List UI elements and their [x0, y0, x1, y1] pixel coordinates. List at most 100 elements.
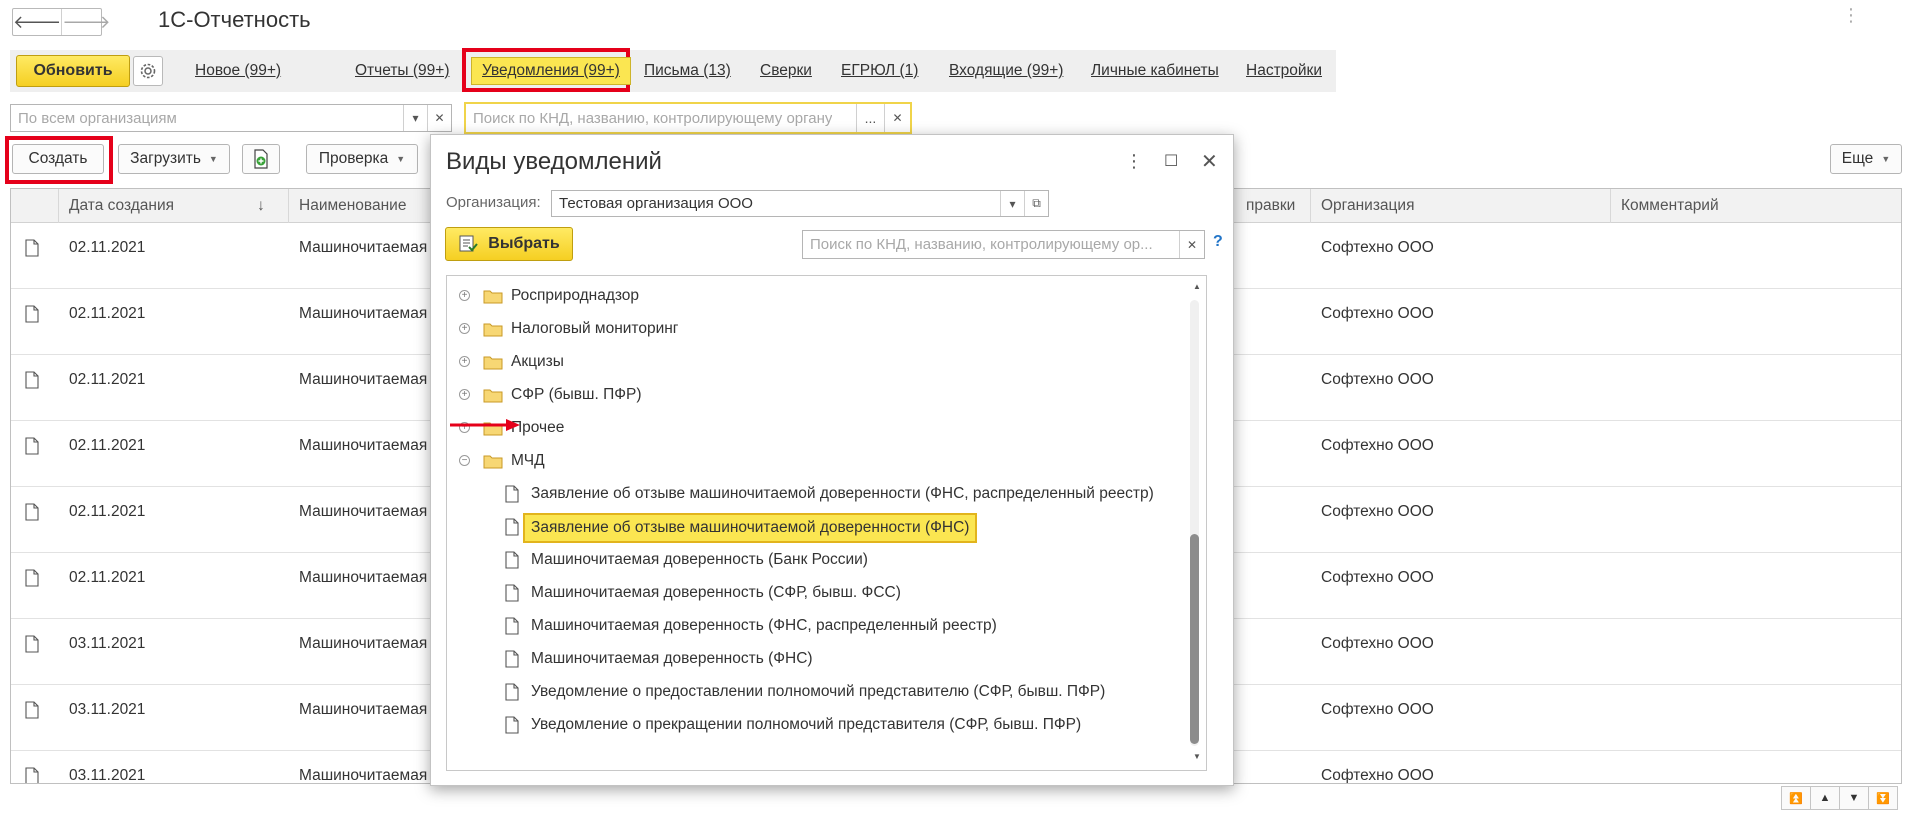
row-organization: Софтехно ООО — [1321, 635, 1434, 652]
tab-reports[interactable]: Отчеты (99+) — [355, 62, 450, 80]
tree-item-label-selected: Заявление об отзыве машиночитаемой довер… — [523, 513, 978, 543]
column-organization[interactable]: Организация — [1311, 189, 1611, 223]
expand-icon[interactable]: + — [459, 290, 470, 301]
tab-personal-accounts[interactable]: Личные кабинеты — [1091, 62, 1219, 80]
dialog-search-input[interactable]: Поиск по КНД, названию, контролирующему … — [802, 230, 1205, 259]
tab-egrul[interactable]: ЕГРЮЛ (1) — [841, 62, 918, 80]
row-organization: Софтехно ООО — [1321, 371, 1434, 388]
tab-reconciliations[interactable]: Сверки — [760, 62, 812, 80]
tree-folder[interactable]: + Налоговый мониторинг — [447, 313, 1206, 346]
load-button[interactable]: Загрузить ▼ — [118, 144, 230, 174]
search-select-button[interactable]: ... — [856, 104, 884, 132]
tree-item[interactable]: Машиночитаемая доверенность (ФНС) — [447, 643, 1206, 676]
more-button[interactable]: Еще ▼ — [1830, 144, 1902, 174]
close-icon[interactable]: ✕ — [1201, 149, 1218, 174]
refresh-button[interactable]: Обновить — [16, 55, 130, 87]
tree-folder[interactable]: + Акцизы — [447, 346, 1206, 379]
tree-item[interactable]: Заявление об отзыве машиночитаемой довер… — [447, 511, 1206, 544]
collapse-icon[interactable]: − — [459, 455, 470, 466]
expand-icon[interactable]: + — [459, 356, 470, 367]
help-icon[interactable]: ? — [1213, 233, 1223, 251]
tree-folder[interactable]: − МЧД — [447, 445, 1206, 478]
tab-incoming[interactable]: Входящие (99+) — [949, 62, 1063, 80]
check-label: Проверка — [318, 150, 389, 167]
document-icon — [25, 635, 39, 653]
next-page-icon[interactable]: ▼ — [1839, 786, 1869, 810]
row-date: 02.11.2021 — [69, 371, 146, 388]
document-icon — [505, 584, 519, 602]
column-comment[interactable]: Комментарий — [1611, 189, 1901, 223]
tab-notifications[interactable]: Уведомления (99+) — [471, 57, 631, 85]
tree-item[interactable]: Уведомление о прекращении полномочий пре… — [447, 709, 1206, 742]
tree-item[interactable]: Машиночитаемая доверенность (СФР, бывш. … — [447, 577, 1206, 610]
settings-gear-button[interactable] — [133, 56, 163, 86]
select-button[interactable]: Выбрать — [445, 227, 573, 261]
search-clear-icon[interactable]: ✕ — [884, 104, 910, 132]
import-file-button[interactable] — [242, 144, 280, 174]
prev-page-icon[interactable]: ▲ — [1810, 786, 1840, 810]
column-date[interactable]: Дата создания ↓ — [59, 189, 289, 223]
row-name: Машиночитаемая д — [299, 569, 441, 586]
app-title: 1С-Отчетность — [158, 7, 311, 32]
window-menu-icon[interactable]: ⋮ — [1842, 6, 1860, 24]
row-date: 03.11.2021 — [69, 635, 146, 652]
document-icon — [25, 239, 39, 257]
search-input[interactable]: Поиск по КНД, названию, контролирующему … — [464, 102, 912, 134]
tree-item[interactable]: Заявление об отзыве машиночитаемой довер… — [447, 478, 1206, 511]
folder-icon — [483, 389, 503, 403]
document-icon — [505, 683, 519, 701]
tree-folder[interactable]: + Прочее — [447, 412, 1206, 445]
tree-folder[interactable]: + Росприроднадзор — [447, 280, 1206, 313]
tree-folder[interactable]: + СФР (бывш. ПФР) — [447, 379, 1206, 412]
row-date: 02.11.2021 — [69, 305, 146, 322]
row-organization: Софтехно ООО — [1321, 503, 1434, 520]
document-icon — [505, 485, 519, 503]
organization-field[interactable]: Тестовая организация ООО ▾ ⧉ — [551, 190, 1049, 217]
organization-label: Организация: — [446, 194, 541, 211]
tree-item[interactable]: Машиночитаемая доверенность (ФНС, распре… — [447, 610, 1206, 643]
tree-scrollbar[interactable]: ▲ ▼ — [1190, 282, 1203, 761]
notification-types-dialog: Виды уведомлений ⋮ ☐ ✕ Организация: Тест… — [430, 134, 1234, 786]
row-date: 03.11.2021 — [69, 701, 146, 718]
clear-icon[interactable]: ✕ — [427, 105, 451, 131]
document-icon — [25, 569, 39, 587]
folder-icon — [483, 356, 503, 370]
document-icon — [505, 650, 519, 668]
dropdown-arrow-icon[interactable]: ▾ — [1000, 191, 1024, 216]
row-name: Машиночитаемая д — [299, 635, 441, 652]
tab-new[interactable]: Новое (99+) — [195, 62, 281, 80]
folder-icon — [483, 323, 503, 337]
expand-icon[interactable]: + — [459, 389, 470, 400]
tree-item-label: Заявление об отзыве машиночитаемой довер… — [531, 485, 1154, 502]
row-name: Машиночитаемая д — [299, 239, 441, 256]
first-page-icon[interactable]: ⏫ — [1781, 786, 1811, 810]
last-page-icon[interactable]: ⏬ — [1868, 786, 1898, 810]
organization-filter[interactable]: По всем организациям ▾ ✕ — [10, 104, 452, 132]
open-icon[interactable]: ⧉ — [1024, 191, 1048, 216]
maximize-icon[interactable]: ☐ — [1164, 151, 1178, 171]
expand-icon[interactable]: + — [459, 323, 470, 334]
back-arrow-icon[interactable]: 🡐 — [13, 9, 61, 35]
tree-item[interactable]: Машиночитаемая доверенность (Банк России… — [447, 544, 1206, 577]
tab-letters[interactable]: Письма (13) — [644, 62, 731, 80]
row-name: Машиночитаемая д — [299, 767, 441, 784]
column-certificate[interactable]: правки — [1236, 189, 1311, 223]
scroll-thumb[interactable] — [1190, 534, 1199, 744]
row-name: Машиночитаемая д — [299, 371, 441, 388]
row-organization: Софтехно ООО — [1321, 239, 1434, 256]
dropdown-arrow-icon[interactable]: ▾ — [403, 105, 427, 131]
forward-arrow-icon[interactable]: 🡒 — [61, 9, 111, 35]
document-icon — [505, 716, 519, 734]
scroll-up-icon[interactable]: ▲ — [1193, 282, 1201, 291]
scroll-down-icon[interactable]: ▼ — [1193, 752, 1201, 761]
dialog-search-clear-icon[interactable]: ✕ — [1179, 231, 1204, 258]
select-label: Выбрать — [488, 235, 560, 252]
more-label: Еще — [1841, 150, 1874, 167]
check-button[interactable]: Проверка ▼ — [306, 144, 418, 174]
chevron-down-icon: ▼ — [396, 154, 406, 164]
dialog-menu-icon[interactable]: ⋮ — [1125, 151, 1143, 172]
tree-item[interactable]: Уведомление о предоставлении полномочий … — [447, 676, 1206, 709]
create-button[interactable]: Создать — [12, 144, 104, 174]
tab-settings[interactable]: Настройки — [1246, 62, 1322, 80]
chevron-down-icon: ▼ — [1881, 154, 1891, 164]
